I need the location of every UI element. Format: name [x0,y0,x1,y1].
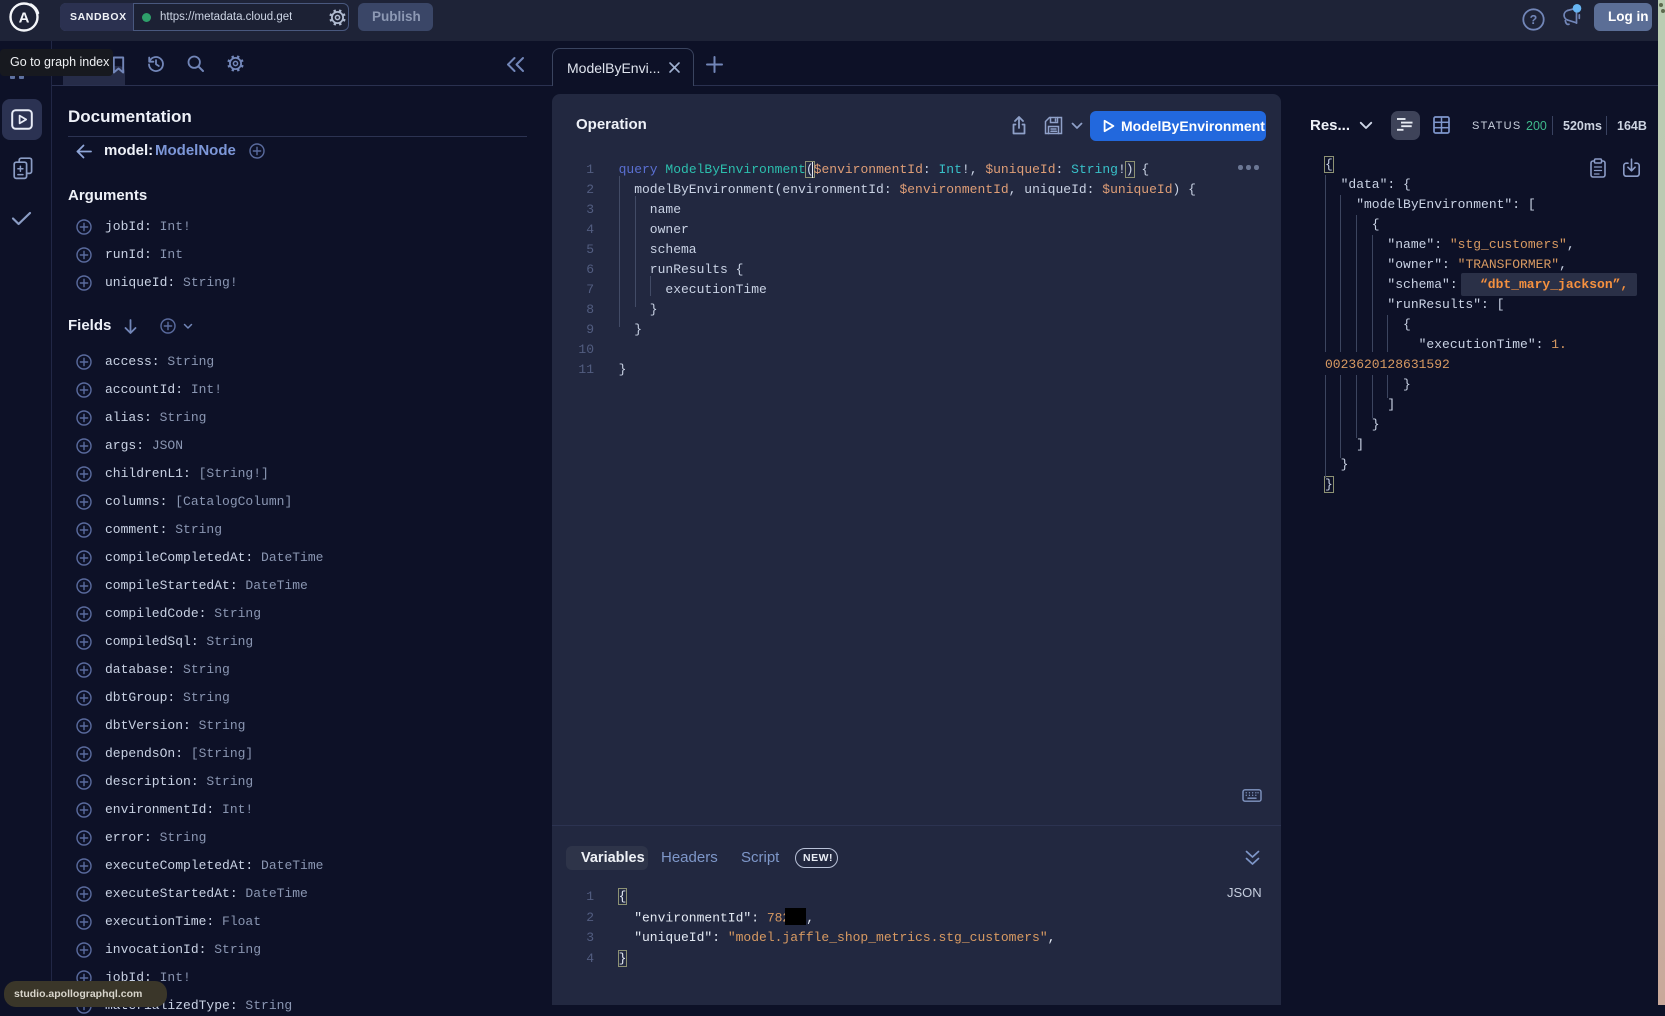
svg-text:A: A [19,10,30,27]
svg-text:?: ? [1530,13,1538,27]
